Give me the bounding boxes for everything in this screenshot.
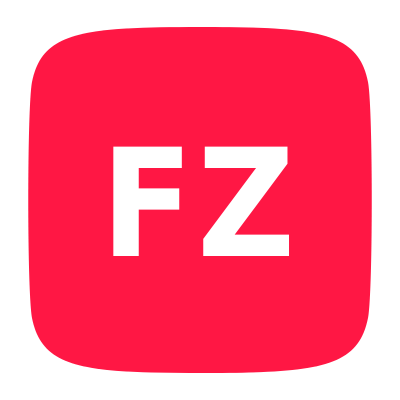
canvas: FZ bbox=[0, 0, 400, 400]
app-icon-label: FZ bbox=[101, 118, 299, 292]
app-icon-graphic: FZ bbox=[28, 27, 372, 373]
app-icon[interactable]: FZ bbox=[0, 0, 400, 400]
